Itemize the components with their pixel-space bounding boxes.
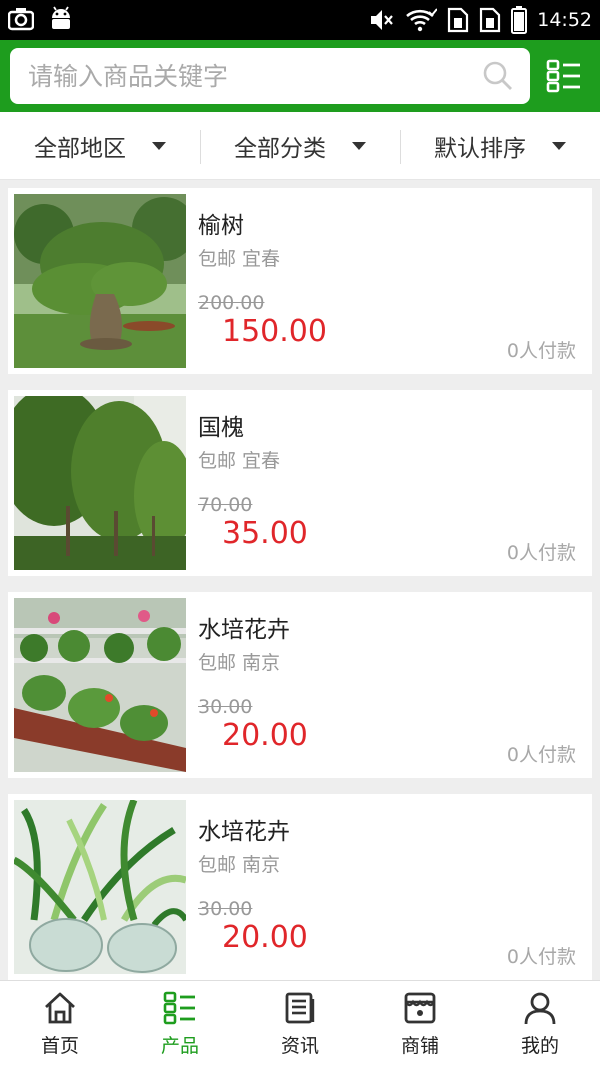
product-original-price: 200.00 bbox=[198, 292, 265, 314]
category-menu-icon[interactable] bbox=[546, 58, 582, 94]
product-price: 150.00 bbox=[222, 314, 327, 349]
product-original-price: 30.00 bbox=[198, 898, 253, 920]
product-paid-count: 0人付款 bbox=[506, 340, 576, 362]
product-paid-count: 0人付款 bbox=[506, 744, 576, 766]
nav-shop[interactable]: 商铺 bbox=[360, 981, 480, 1067]
product-image[interactable] bbox=[14, 194, 186, 368]
filter-sort[interactable]: 默认排序 bbox=[400, 112, 600, 180]
product-shipping-location: 包邮 南京 bbox=[198, 854, 281, 876]
caret-down-icon bbox=[352, 142, 366, 150]
android-icon bbox=[52, 6, 70, 29]
caret-down-icon bbox=[552, 142, 566, 150]
nav-home-label: 首页 bbox=[40, 1035, 79, 1057]
nav-products[interactable]: 产品 bbox=[120, 981, 240, 1067]
camera-icon bbox=[8, 8, 34, 31]
nav-shop-label: 商铺 bbox=[400, 1035, 439, 1057]
product-shipping-location: 包邮 宜春 bbox=[198, 248, 281, 270]
product-card[interactable]: 榆树 包邮 宜春 200.00 150.00 0人付款 bbox=[8, 188, 592, 374]
news-icon bbox=[285, 992, 315, 1024]
filter-category[interactable]: 全部分类 bbox=[200, 112, 400, 180]
product-original-price: 70.00 bbox=[198, 494, 253, 516]
product-card[interactable]: 水培花卉 包邮 南京 30.00 20.00 0人付款 bbox=[8, 592, 592, 778]
product-shipping-location: 包邮 宜春 bbox=[198, 450, 281, 472]
nav-products-label: 产品 bbox=[160, 1035, 199, 1057]
filter-region-label: 全部地区 bbox=[34, 136, 126, 162]
product-title: 水培花卉 bbox=[198, 819, 290, 845]
filter-category-label: 全部分类 bbox=[234, 136, 326, 162]
product-image[interactable] bbox=[14, 800, 186, 974]
status-time: 14:52 bbox=[537, 9, 592, 31]
caret-down-icon bbox=[152, 142, 166, 150]
product-card[interactable]: 国槐 包邮 宜春 70.00 35.00 0人付款 bbox=[8, 390, 592, 576]
home-icon bbox=[45, 992, 75, 1024]
product-paid-count: 0人付款 bbox=[506, 542, 576, 564]
product-paid-count: 0人付款 bbox=[506, 946, 576, 968]
nav-mine-label: 我的 bbox=[520, 1035, 559, 1057]
user-icon bbox=[524, 992, 556, 1025]
nav-home[interactable]: 首页 bbox=[0, 981, 120, 1067]
product-price: 20.00 bbox=[222, 718, 308, 753]
search-header bbox=[0, 40, 600, 112]
sim1-icon bbox=[448, 7, 469, 33]
mute-icon bbox=[371, 10, 394, 30]
filter-region[interactable]: 全部地区 bbox=[0, 112, 200, 180]
product-title: 榆树 bbox=[198, 213, 244, 239]
nav-mine[interactable]: 我的 bbox=[480, 981, 600, 1067]
battery-icon bbox=[511, 6, 528, 34]
product-original-price: 30.00 bbox=[198, 696, 253, 718]
filter-sort-label: 默认排序 bbox=[434, 136, 526, 162]
filter-bar: 全部地区 全部分类 默认排序 bbox=[0, 112, 600, 180]
search-icon[interactable] bbox=[482, 60, 514, 92]
shop-icon bbox=[404, 992, 436, 1024]
sim2-icon bbox=[480, 7, 501, 33]
product-image[interactable] bbox=[14, 598, 186, 772]
product-shipping-location: 包邮 南京 bbox=[198, 652, 281, 674]
product-card[interactable]: 水培花卉 包邮 南京 30.00 20.00 0人付款 bbox=[8, 794, 592, 980]
product-title: 水培花卉 bbox=[198, 617, 290, 643]
product-title: 国槐 bbox=[198, 415, 244, 441]
product-image[interactable] bbox=[14, 396, 186, 570]
product-price: 20.00 bbox=[222, 920, 308, 955]
nav-news[interactable]: 资讯 bbox=[240, 981, 360, 1067]
search-box[interactable] bbox=[10, 48, 530, 104]
bottom-nav: 首页 产品 资讯 商铺 我的 bbox=[0, 980, 600, 1067]
product-price: 35.00 bbox=[222, 516, 308, 551]
grid-list-icon bbox=[163, 991, 195, 1025]
status-bar: 14:52 bbox=[0, 0, 600, 40]
wifi-icon bbox=[406, 8, 438, 32]
nav-news-label: 资讯 bbox=[280, 1035, 319, 1057]
search-input[interactable] bbox=[28, 48, 468, 104]
